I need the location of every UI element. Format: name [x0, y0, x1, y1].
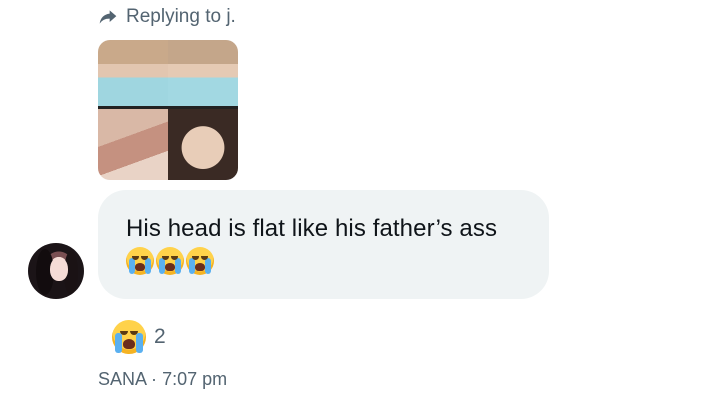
message-meta: SANA · 7:07 pm [98, 369, 227, 390]
crying-face-icon [156, 247, 184, 275]
replying-to-indicator[interactable]: Replying to j. [98, 6, 236, 28]
reaction-pill[interactable]: 2 [112, 320, 166, 354]
message-time: 7:07 pm [162, 369, 228, 389]
reply-arrow-icon [99, 10, 117, 24]
reaction-count: 2 [154, 325, 166, 348]
crying-face-icon [126, 247, 154, 275]
crying-face-icon [186, 247, 214, 275]
crying-face-icon [112, 320, 146, 354]
message-text: His head is flat like his father’s ass [126, 215, 498, 242]
message-emojis [126, 247, 521, 275]
meta-separator: · [151, 369, 158, 389]
sender-name[interactable]: SANA [98, 369, 146, 389]
attached-image[interactable] [98, 40, 238, 180]
message-bubble[interactable]: His head is flat like his father’s ass [98, 190, 549, 299]
replying-to-label: Replying to j. [126, 6, 236, 27]
sender-avatar[interactable] [28, 243, 84, 299]
